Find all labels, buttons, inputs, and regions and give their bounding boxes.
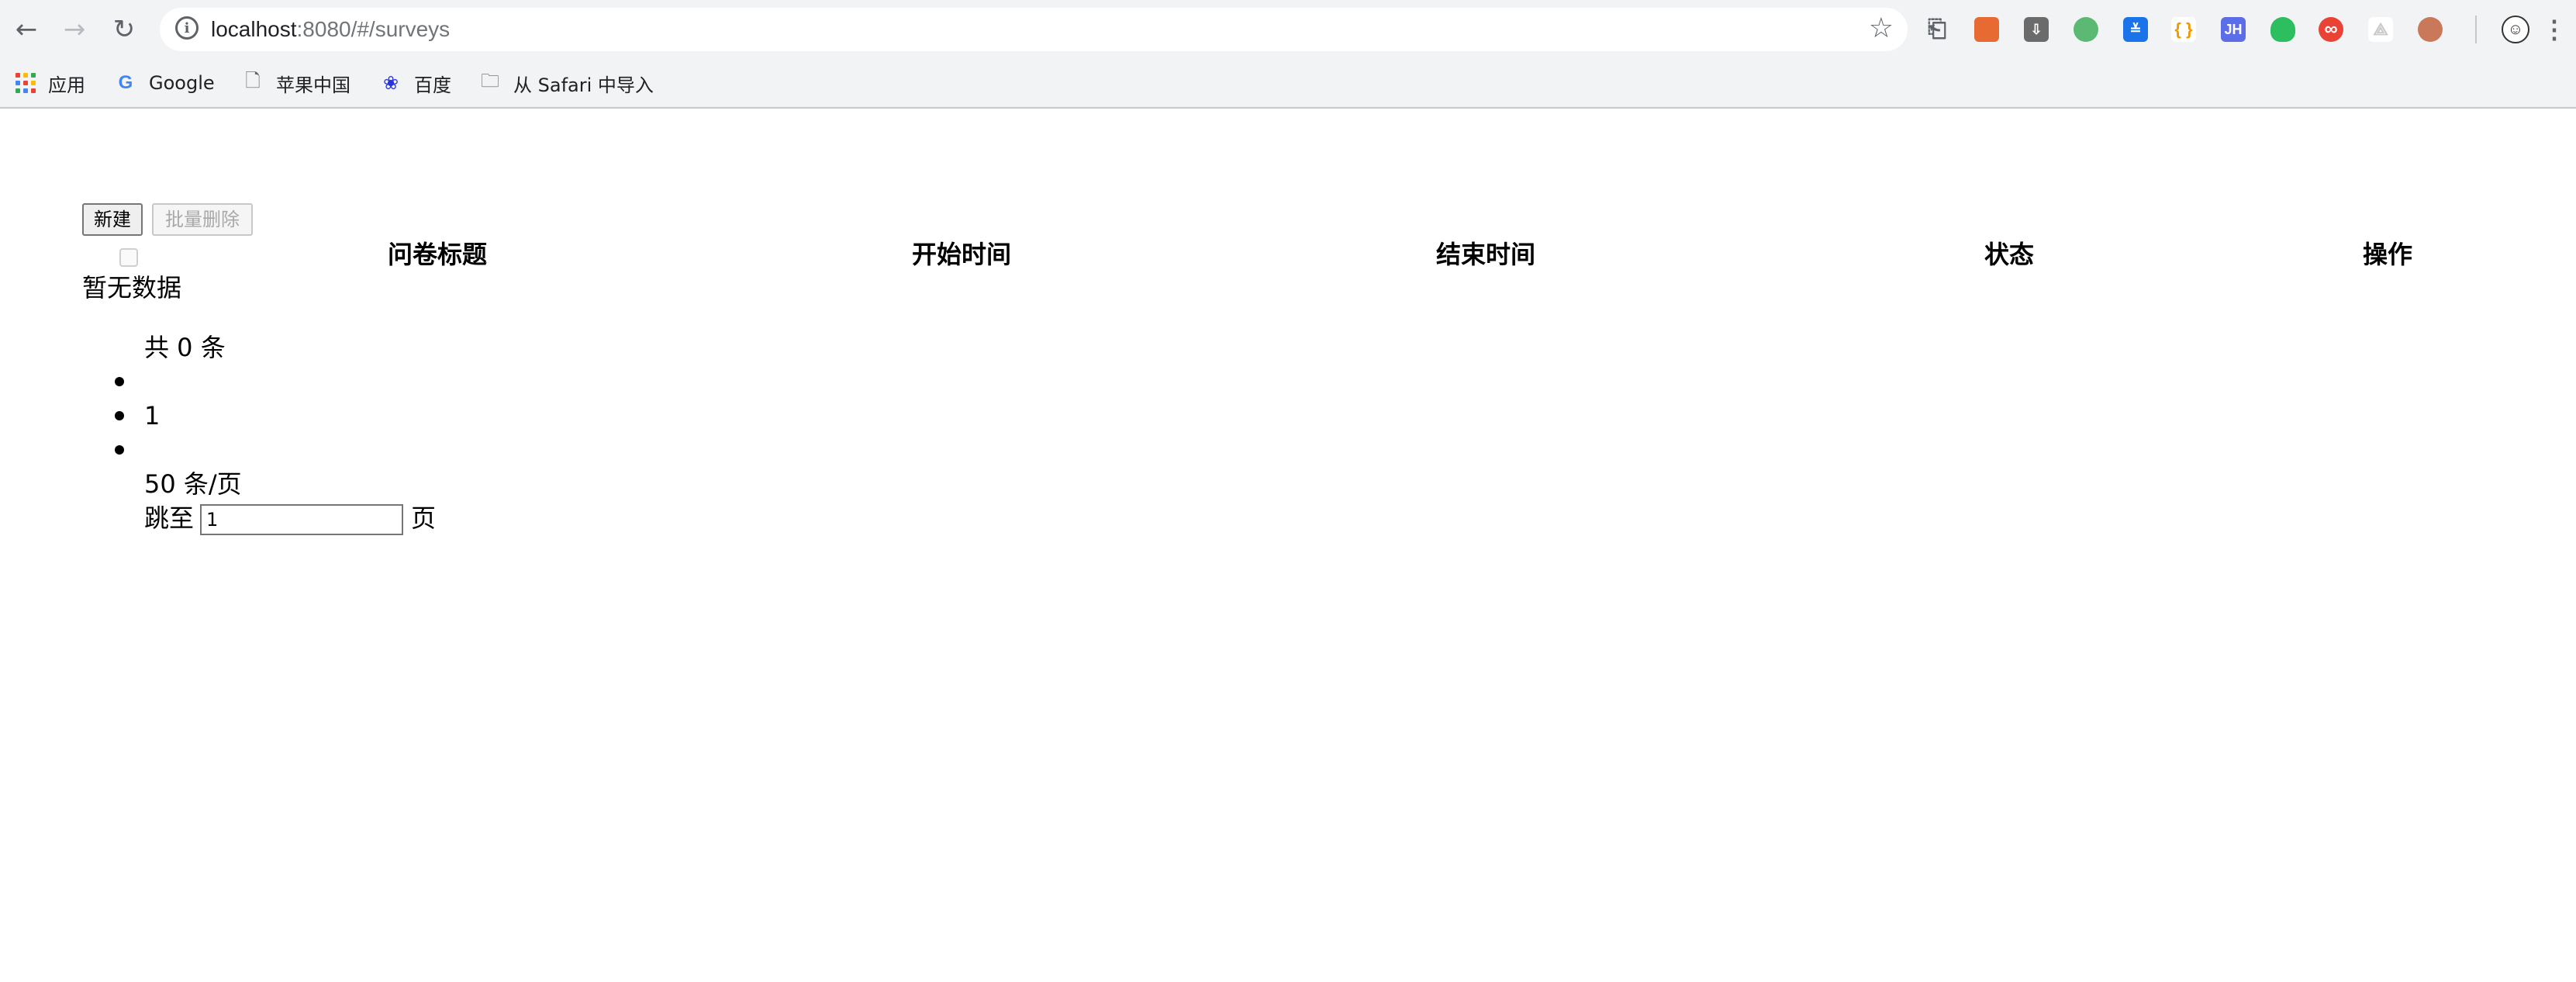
pocket-extension-icon[interactable]: ≚ [2123, 17, 2148, 42]
jump-suffix-label: 页 [411, 503, 437, 533]
bookmark-manager-icon[interactable]: ⎗ [1925, 16, 1949, 42]
jump-page-input[interactable]: 1 [200, 504, 404, 535]
prev-page-button[interactable] [115, 365, 167, 399]
bookmark-label: Google [149, 72, 215, 94]
bookmark-label: 应用 [48, 74, 85, 96]
jump-prefix-label: 跳至 [144, 503, 195, 533]
green-extension-icon[interactable] [2074, 17, 2098, 42]
batch-delete-button[interactable]: 批量删除 [152, 203, 253, 236]
back-icon[interactable]: ← [9, 12, 43, 47]
menu-dots-icon[interactable]: ⋮ [2542, 16, 2567, 43]
url-host: localhost [211, 17, 297, 41]
folder-icon: 🗀 [481, 69, 499, 92]
json-extension-icon[interactable]: { } [2171, 17, 2196, 42]
page-size-select[interactable]: 50 条/页 [144, 467, 242, 501]
list-bullet [115, 411, 124, 420]
browser-chrome: ← → ↻ i localhost:8080/#/surveys ☆ ⎗ ⇩ ≚… [0, 0, 2576, 109]
url-path: :8080/#/surveys [296, 17, 451, 41]
bookmark-baidu[interactable]: ❀ 百度 [380, 68, 451, 98]
apps-grid-icon [16, 73, 36, 93]
gray-extension-icon[interactable]: ⟁ [2368, 17, 2393, 42]
bookmark-google[interactable]: G Google [115, 68, 215, 98]
bookmark-label: 从 Safari 中导入 [513, 74, 654, 96]
url-text[interactable]: localhost:8080/#/surveys [211, 14, 450, 45]
surveys-page: 新建 批量删除 问卷标题 开始时间 结束时间 状态 操作 暂无数据 共 0 条 … [0, 109, 2576, 982]
bookmark-apps[interactable]: 应用 [16, 68, 85, 98]
bookmarks-bar: 应用 G Google 🗋 苹果中国 ❀ 百度 🗀 从 Safari 中导入 [0, 59, 2576, 107]
column-header-end-time: 结束时间 [1435, 240, 1535, 269]
bookmark-safari-import[interactable]: 🗀 从 Safari 中导入 [479, 68, 654, 98]
next-page-button[interactable] [115, 433, 167, 467]
list-bullet [115, 377, 124, 386]
bookmark-apple-china[interactable]: 🗋 苹果中国 [242, 68, 350, 98]
column-header-title: 问卷标题 [387, 240, 487, 269]
forward-icon[interactable]: → [57, 12, 92, 47]
new-survey-button[interactable]: 新建 [82, 203, 143, 236]
site-info-icon[interactable]: i [175, 16, 199, 40]
bookmark-label: 苹果中国 [276, 74, 350, 96]
profile-avatar-icon[interactable]: ☺ [2502, 16, 2529, 43]
reload-icon[interactable]: ↻ [107, 12, 141, 47]
page-icon: 🗋 [245, 69, 261, 92]
evernote-extension-icon[interactable] [2270, 17, 2295, 42]
page-number: 1 [144, 401, 161, 430]
page-item-1[interactable]: 1 [115, 399, 161, 433]
select-all-checkbox[interactable] [119, 248, 138, 267]
address-bar[interactable]: i localhost:8080/#/surveys ☆ [160, 8, 1908, 51]
column-header-status: 状态 [1984, 240, 2034, 269]
total-count: 共 0 条 [144, 333, 226, 362]
browser-toolbar: ← → ↻ i localhost:8080/#/surveys ☆ ⎗ ⇩ ≚… [0, 0, 2576, 59]
fox-extension-icon[interactable] [2418, 17, 2443, 42]
jh-extension-icon[interactable]: JH [2221, 17, 2246, 42]
empty-state-text: 暂无数据 [82, 273, 182, 303]
list-bullet [115, 445, 124, 455]
bookmark-label: 百度 [414, 74, 451, 96]
bookmark-star-icon[interactable]: ☆ [1869, 12, 1894, 44]
google-icon: G [118, 72, 133, 93]
infinity-extension-icon[interactable]: ∞ [2319, 17, 2343, 42]
column-header-start-time: 开始时间 [911, 240, 1011, 269]
toolbar-separator [2475, 16, 2477, 43]
column-header-actions: 操作 [2362, 240, 2412, 269]
jump-to-page: 跳至 1 页 [144, 501, 436, 535]
gitlab-extension-icon[interactable] [1974, 17, 1999, 42]
baidu-paw-icon: ❀ [382, 72, 399, 94]
download-extension-icon[interactable]: ⇩ [2024, 17, 2049, 42]
